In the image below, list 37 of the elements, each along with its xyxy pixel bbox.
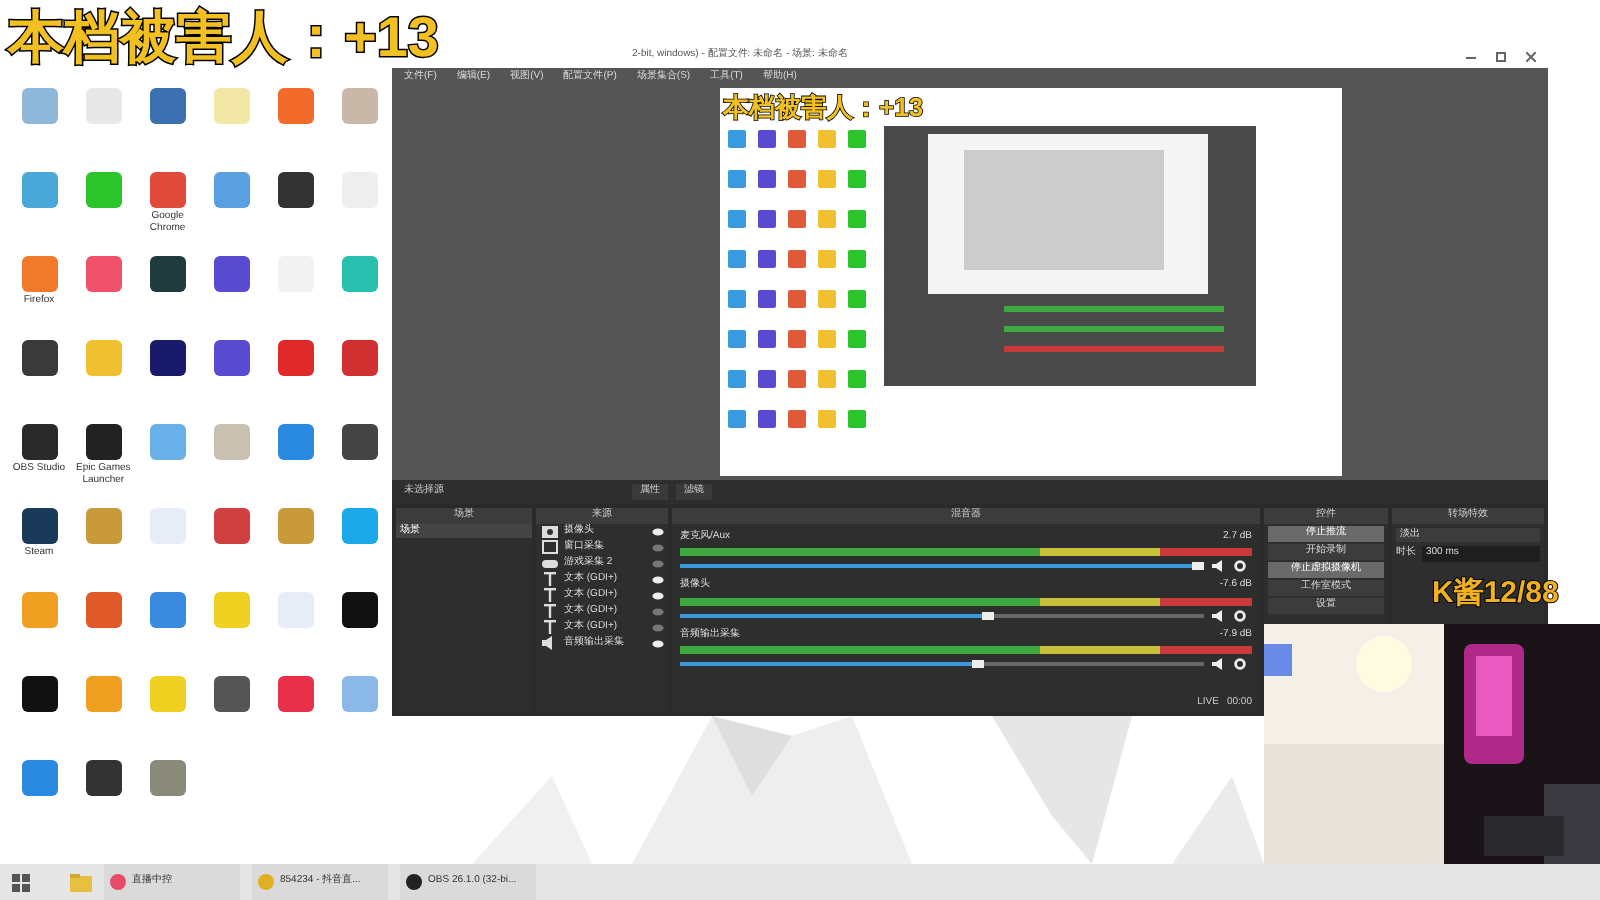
desktop-app-icon[interactable] [21, 340, 57, 376]
minimize-icon[interactable] [1466, 51, 1476, 61]
desktop-app-icon[interactable] [21, 508, 57, 544]
gamepad-icon [541, 557, 557, 569]
slider-thumb[interactable] [971, 660, 984, 668]
overlay-title: 本档被害人：+13 [8, 4, 439, 70]
desktop-app-icon[interactable] [213, 676, 250, 712]
slider-thumb[interactable] [982, 611, 995, 619]
settings-icon[interactable] [1234, 658, 1246, 670]
desktop-app-icon[interactable] [213, 340, 250, 376]
speaker-icon[interactable] [1212, 609, 1226, 621]
camera-icon [541, 524, 557, 538]
desktop-app-icon[interactable] [342, 592, 379, 628]
desktop-app-icon[interactable] [342, 424, 379, 460]
speaker-icon[interactable] [1212, 560, 1226, 572]
preview-title: 本档被害人：+13 [723, 92, 926, 122]
settings-icon[interactable] [1234, 609, 1246, 621]
speaker-icon[interactable] [1212, 658, 1226, 670]
desktop-app-icon[interactable] [213, 256, 250, 292]
desktop-app-icon[interactable] [85, 760, 122, 796]
desktop-app-icon[interactable] [85, 424, 122, 460]
slider-thumb[interactable] [1192, 562, 1204, 570]
close-icon[interactable] [1526, 51, 1536, 61]
desktop-app-icon[interactable] [149, 256, 186, 292]
settings-icon[interactable] [1234, 560, 1246, 572]
eye-icon[interactable] [652, 591, 664, 599]
eye-icon[interactable] [652, 527, 664, 535]
eye-icon[interactable] [652, 639, 664, 647]
windows-icon[interactable] [12, 873, 30, 891]
desktop-app-icon[interactable] [21, 676, 57, 712]
desktop-app-icon[interactable] [278, 172, 315, 208]
window-icon [541, 540, 557, 554]
eye-icon[interactable] [652, 575, 664, 583]
desktop-app-icon[interactable] [149, 340, 186, 376]
speaker-icon [541, 636, 557, 650]
maximize-icon[interactable] [1496, 51, 1506, 61]
desktop-app-icon[interactable] [21, 424, 57, 460]
